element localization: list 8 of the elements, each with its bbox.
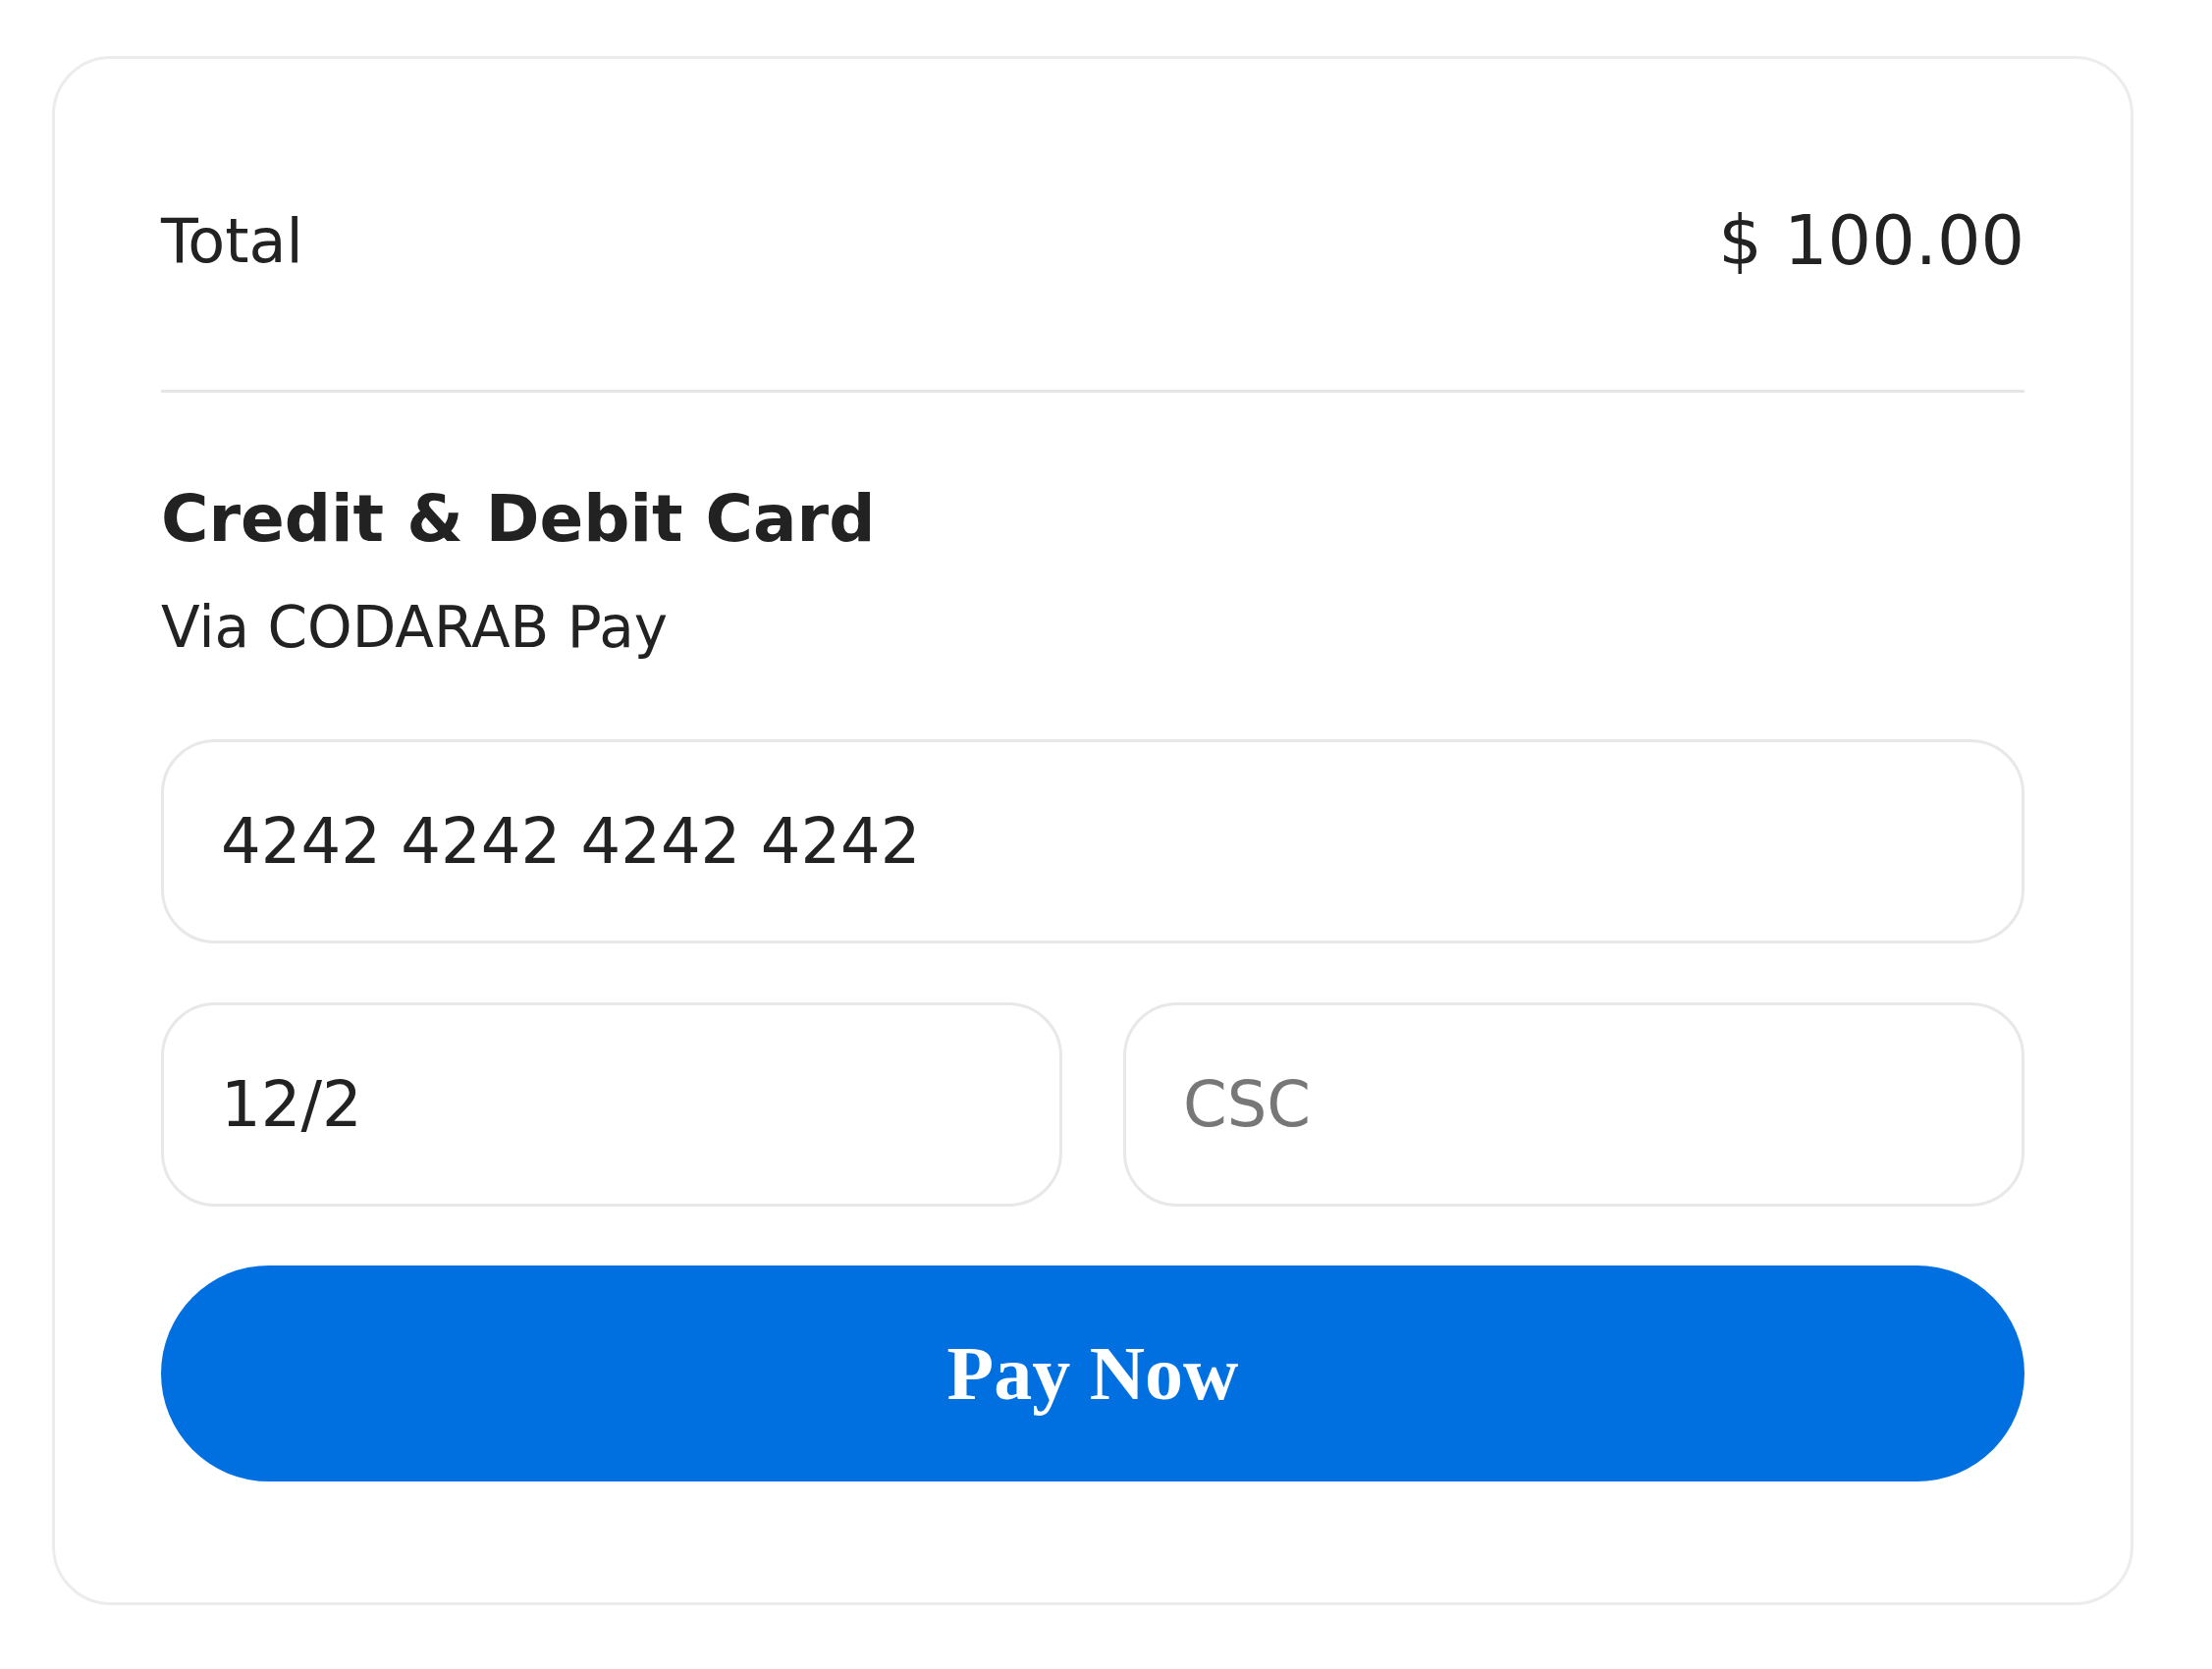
total-label: Total — [161, 204, 303, 277]
payment-method-subtitle: Via CODARAB Pay — [161, 594, 670, 661]
card-number-field[interactable]: 4242 4242 4242 4242 — [161, 739, 2024, 943]
pay-now-button[interactable]: Pay Now — [161, 1265, 2024, 1481]
payment-method-title: Credit & Debit Card — [161, 481, 877, 557]
expiry-field[interactable]: 12/2 — [161, 1002, 1062, 1207]
total-amount: $ 100.00 — [1718, 200, 2024, 281]
csc-field[interactable]: CSC — [1123, 1002, 2024, 1207]
